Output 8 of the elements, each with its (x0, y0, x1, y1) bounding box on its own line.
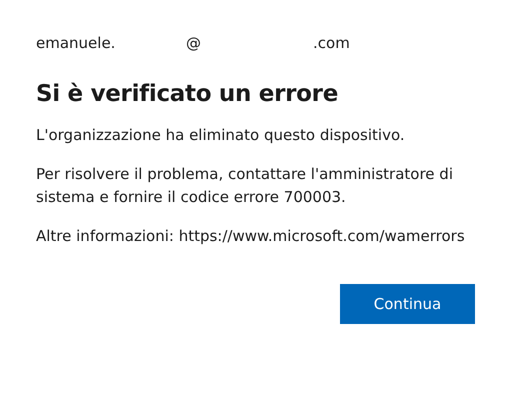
account-email-text: .com (313, 33, 350, 53)
account-email-text: @ (186, 33, 202, 53)
error-message: Altre informazioni: https://www.microsoft.com/wamerrors (36, 226, 466, 247)
error-message: Per risolvere il problema, contattare l'amministratore di sistema e fornire il codice errore 700003. (36, 164, 454, 208)
error-title: Si è verificato un errore (36, 80, 340, 109)
account-email-text: emanuele. (36, 33, 116, 53)
error-message: L'organizzazione ha eliminato questo dispositivo. (36, 125, 406, 146)
continue-button[interactable]: Continua (340, 284, 475, 324)
